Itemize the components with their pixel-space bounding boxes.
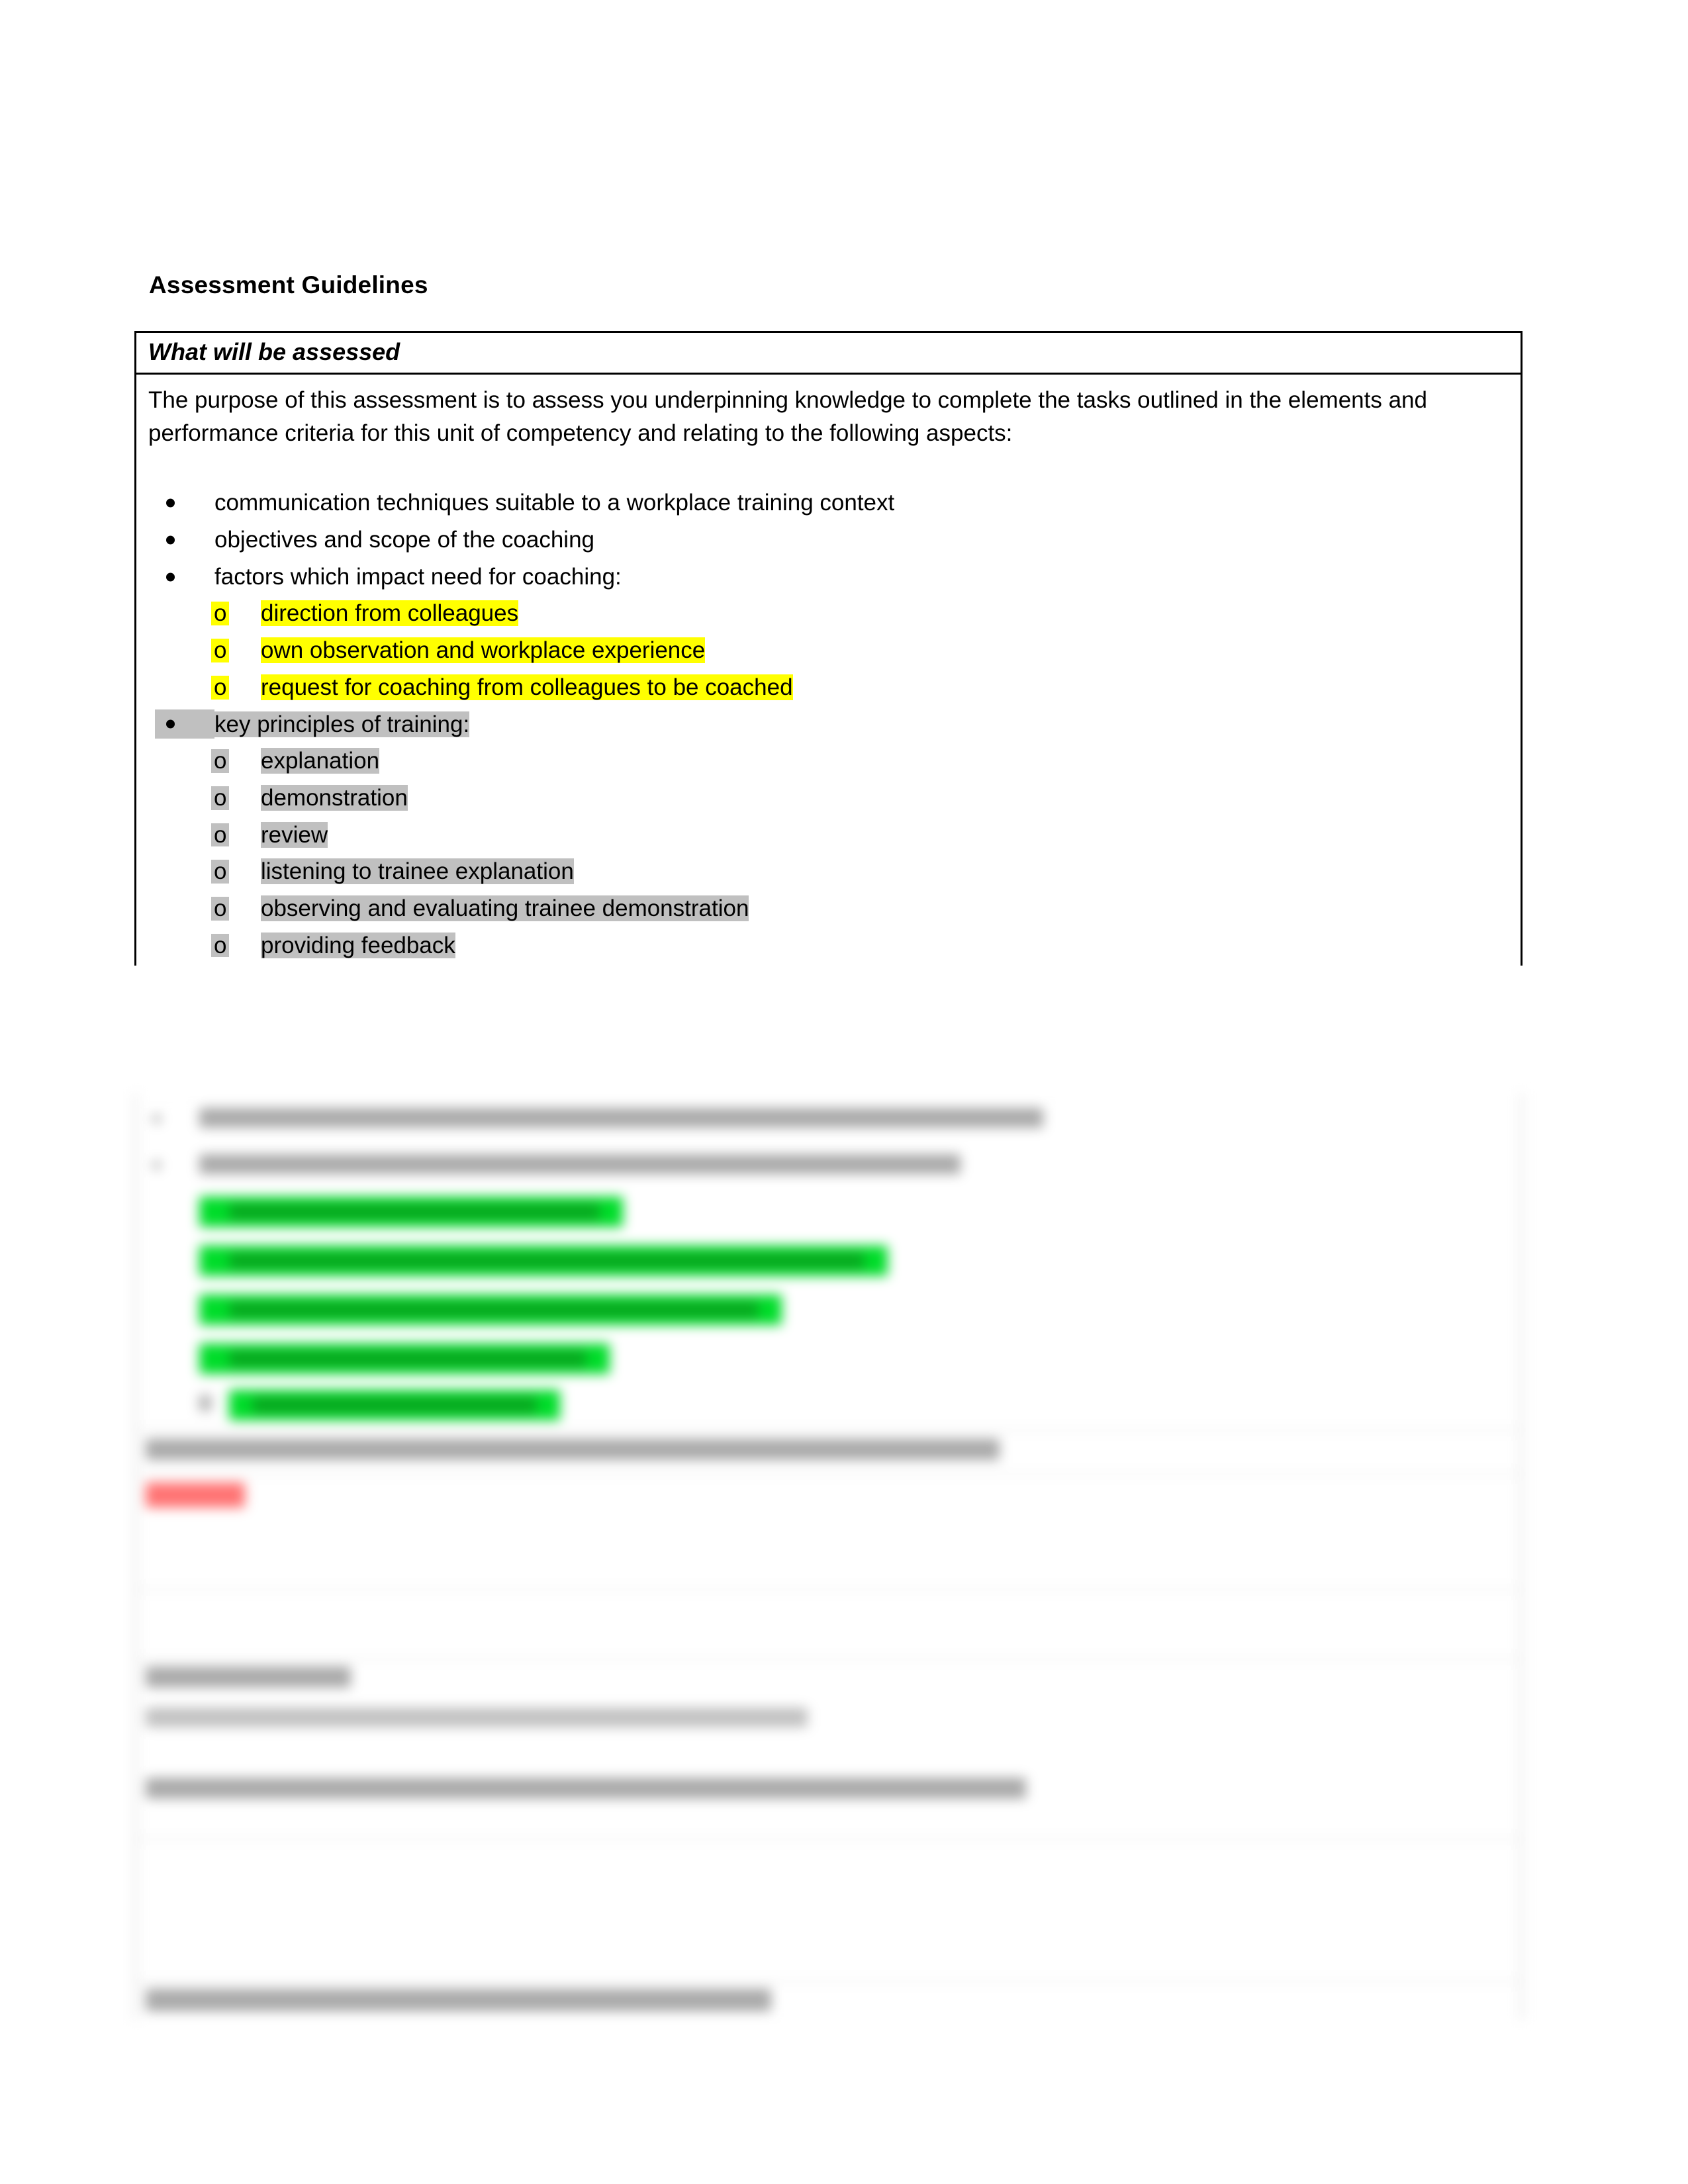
sub-list-item-label: direction from colleagues	[261, 600, 519, 627]
table-header-label: What will be assessed	[148, 338, 400, 365]
sub-list-item: o providing feedback	[148, 929, 1521, 962]
sub-list-item: o listening to trainee explanation	[148, 855, 1521, 888]
obscured-text-line	[146, 1439, 1000, 1460]
obscured-text-line	[199, 1108, 1043, 1128]
obscured-text-row	[136, 1700, 1521, 1766]
obscured-text-line	[229, 1351, 586, 1367]
obscured-text-line	[252, 1397, 537, 1413]
sub-list-item-label: review	[261, 821, 328, 848]
sub-bullet-marker-icon: o	[211, 860, 230, 884]
obscured-section-heading-row	[136, 1430, 1521, 1473]
sub-bullet-marker-icon: o	[211, 749, 230, 773]
obscured-list-item	[136, 1093, 1521, 1150]
bullet-dot-icon	[166, 719, 175, 729]
sub-list-item: o direction from colleagues	[148, 597, 1521, 630]
table-body-cell: The purpose of this assessment is to ass…	[136, 375, 1521, 962]
assessment-table: What will be assessed The purpose of thi…	[134, 331, 1523, 966]
table-header-row: What will be assessed	[136, 333, 1521, 375]
sub-bullet-marker-icon	[199, 1395, 211, 1411]
sub-list-item: o demonstration	[148, 782, 1521, 815]
sub-bullet-marker-icon: o	[211, 786, 230, 810]
obscured-text-line	[229, 1302, 759, 1318]
list-item-label: objectives and scope of the coaching	[214, 527, 594, 553]
sub-list-item: o own observation and workplace experien…	[148, 634, 1521, 667]
sub-list-item-label: request for coaching from colleagues to …	[261, 674, 793, 700]
list-item: factors which impact need for coaching:	[148, 561, 1521, 594]
sub-bullet-marker-icon: o	[211, 676, 230, 700]
sub-list-item-label: explanation	[261, 748, 380, 774]
obscured-text-line	[146, 1666, 351, 1688]
sub-list-item-label: own observation and workplace experience	[261, 637, 706, 664]
obscured-text-line	[229, 1253, 865, 1269]
sub-bullet-marker-icon: o	[211, 639, 230, 662]
obscured-lower-region	[0, 1093, 1688, 2020]
sub-bullet-marker-icon: o	[211, 897, 230, 921]
sub-list-item-label: observing and evaluating trainee demonst…	[261, 895, 749, 921]
bullet-dot-icon	[152, 1115, 161, 1123]
sub-bullet-marker-icon: o	[211, 933, 230, 958]
obscured-sub-list-item	[136, 1337, 1521, 1386]
bullet-dot-icon	[166, 535, 175, 545]
aspects-list: communication techniques suitable to a w…	[148, 486, 1521, 962]
list-item-label: key principles of training:	[214, 711, 470, 737]
sub-list-item: o request for coaching from colleagues t…	[148, 671, 1521, 704]
obscured-sub-list-item	[136, 1386, 1521, 1430]
sub-list-item: o observing and evaluating trainee demon…	[148, 892, 1521, 925]
sub-list-item-label: demonstration	[261, 784, 408, 811]
obscured-table-continuation	[134, 1093, 1523, 2020]
obscured-text-line	[146, 1989, 771, 2011]
sub-list-item: o explanation	[148, 745, 1521, 778]
obscured-text-line	[229, 1204, 600, 1220]
obscured-section-heading-row	[136, 1659, 1521, 1700]
page-title: Assessment Guidelines	[149, 271, 428, 298]
list-item: communication techniques suitable to a w…	[148, 486, 1521, 520]
obscured-text-line	[146, 1778, 1026, 1799]
bullet-dot-icon	[166, 572, 175, 582]
intro-paragraph: The purpose of this assessment is to ass…	[148, 387, 1427, 446]
sub-bullet-marker-icon: o	[211, 602, 230, 626]
sub-list-item: o review	[148, 819, 1521, 852]
obscured-text-line	[146, 1707, 808, 1727]
sub-list-item-label: listening to trainee explanation	[261, 858, 574, 885]
sub-bullet-marker-icon: o	[211, 823, 230, 847]
obscured-sub-list-item	[136, 1239, 1521, 1288]
obscured-sub-list-item	[136, 1288, 1521, 1337]
obscured-blank-row	[136, 1839, 1521, 1981]
list-item: key principles of training:	[148, 708, 1521, 741]
sub-list-item-label: providing feedback	[261, 932, 455, 958]
list-item-label: factors which impact need for coaching:	[214, 563, 622, 590]
document-page: Assessment Guidelines What will be asses…	[0, 0, 1688, 2184]
bullet-dot-icon	[166, 498, 175, 508]
highlight-fill	[155, 709, 214, 739]
obscured-sub-list-item	[136, 1190, 1521, 1239]
obscured-blank-row	[136, 1589, 1521, 1659]
red-highlight	[146, 1482, 245, 1508]
list-item: objectives and scope of the coaching	[148, 523, 1521, 557]
list-item-label: communication techniques suitable to a w…	[214, 490, 895, 516]
obscured-answer-row	[136, 1473, 1521, 1589]
obscured-list-item	[136, 1150, 1521, 1190]
obscured-text-row	[136, 1766, 1521, 1839]
bullet-dot-icon	[152, 1161, 161, 1169]
obscured-section-heading-row	[136, 1981, 1521, 2020]
obscured-text-line	[199, 1154, 961, 1174]
